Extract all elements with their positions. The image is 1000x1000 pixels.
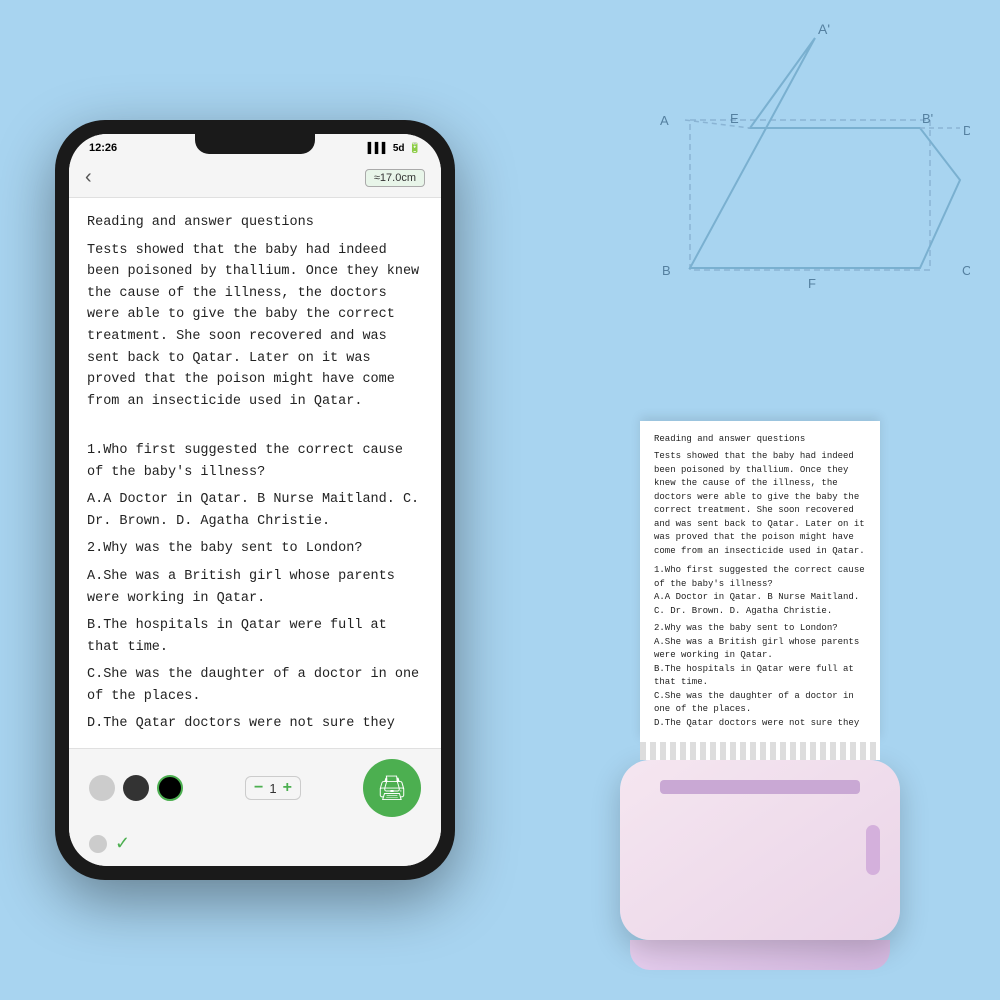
- color-gray[interactable]: [89, 775, 115, 801]
- svg-text:B: B: [662, 263, 671, 278]
- bottom-bar: − 1 + 🖨: [69, 748, 441, 827]
- paper-paragraph: Tests showed that the baby had indeed be…: [654, 450, 866, 558]
- quantity-control: − 1 +: [245, 776, 301, 800]
- paper-a2c: C.She was the daughter of a doctor in on…: [654, 690, 866, 717]
- printer-slot: [660, 780, 860, 794]
- mini-circle: [89, 835, 107, 853]
- color-selector: [89, 775, 183, 801]
- wifi-icon: 5d: [393, 143, 405, 154]
- svg-text:A': A': [818, 21, 830, 37]
- paper-a2b: B.The hospitals in Qatar were full at th…: [654, 663, 866, 690]
- qty-value: 1: [269, 781, 276, 796]
- printer-bottom: [630, 940, 890, 970]
- phone-screen: 12:26 ▌▌▌ 5d 🔋 ‹ ≈17.0cm Reading and ans…: [69, 134, 441, 866]
- paper-q2: 2.Why was the baby sent to London?: [654, 622, 866, 636]
- paper-slip: Reading and answer questions Tests showe…: [640, 421, 880, 743]
- content-a1: A.A Doctor in Qatar. B Nurse Maitland. C…: [87, 489, 423, 532]
- time-display: 12:26: [89, 142, 117, 154]
- content-q1: 1.Who first suggested the correct cause …: [87, 440, 423, 483]
- bottom-extra: ✓: [69, 827, 441, 866]
- qty-decrease[interactable]: −: [254, 779, 263, 797]
- printer-body: [620, 760, 900, 940]
- content-a2d: D.The Qatar doctors were not sure they: [87, 713, 423, 735]
- paper-q1: 1.Who first suggested the correct cause …: [654, 564, 866, 591]
- geometry-diagram: A' E B' D A B F C: [630, 20, 970, 300]
- measurement-badge: ≈17.0cm: [365, 169, 425, 187]
- content-a2a: A.She was a British girl whose parents w…: [87, 566, 423, 609]
- print-button[interactable]: 🖨: [363, 759, 421, 817]
- color-dark[interactable]: [123, 775, 149, 801]
- content-q2: 2.Why was the baby sent to London?: [87, 538, 423, 560]
- phone: 12:26 ▌▌▌ 5d 🔋 ‹ ≈17.0cm Reading and ans…: [55, 120, 455, 880]
- paper-a2a: A.She was a British girl whose parents w…: [654, 636, 866, 663]
- signal-icon: ▌▌▌: [368, 143, 389, 154]
- battery-icon: 🔋: [409, 143, 421, 154]
- phone-outer: 12:26 ▌▌▌ 5d 🔋 ‹ ≈17.0cm Reading and ans…: [55, 120, 455, 880]
- content-paragraph1: Tests showed that the baby had indeed be…: [87, 240, 423, 413]
- svg-text:F: F: [808, 276, 816, 291]
- nav-bar: ‹ ≈17.0cm: [69, 158, 441, 198]
- qty-increase[interactable]: +: [283, 779, 292, 797]
- check-icon: ✓: [115, 833, 130, 854]
- paper-a1: A.A Doctor in Qatar. B Nurse Maitland. C…: [654, 591, 866, 618]
- svg-text:A: A: [660, 113, 669, 128]
- svg-text:B': B': [922, 111, 933, 126]
- svg-text:D: D: [963, 123, 970, 138]
- content-title: Reading and answer questions: [87, 212, 423, 234]
- content-a2c: C.She was the daughter of a doctor in on…: [87, 664, 423, 707]
- printer-container: Reading and answer questions Tests showe…: [580, 421, 940, 971]
- phone-notch: [195, 134, 315, 154]
- status-icons: ▌▌▌ 5d 🔋: [368, 143, 421, 154]
- paper-slip-edge: [640, 742, 880, 760]
- phone-content: Reading and answer questions Tests showe…: [69, 198, 441, 748]
- printer-icon: 🖨: [377, 774, 407, 803]
- paper-a2d: D.The Qatar doctors were not sure they: [654, 717, 866, 731]
- printer-side-button[interactable]: [866, 825, 880, 875]
- svg-text:C: C: [962, 263, 970, 278]
- back-button[interactable]: ‹: [85, 166, 92, 189]
- color-black[interactable]: [157, 775, 183, 801]
- svg-text:E: E: [730, 111, 739, 126]
- content-a2b: B.The hospitals in Qatar were full at th…: [87, 615, 423, 658]
- paper-title: Reading and answer questions: [654, 433, 866, 447]
